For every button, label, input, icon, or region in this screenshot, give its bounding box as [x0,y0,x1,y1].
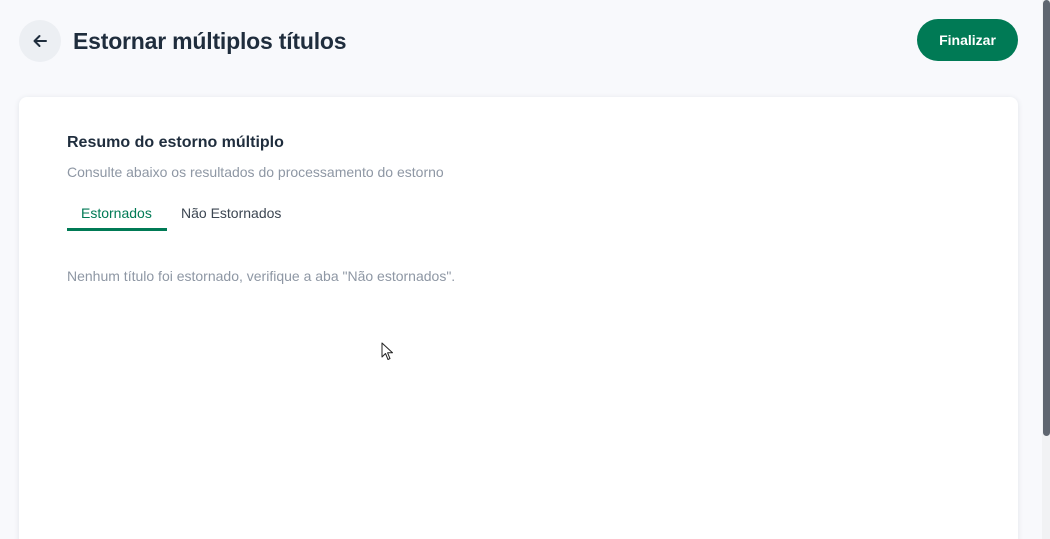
page-scrollbar[interactable] [1042,0,1050,539]
tab-estornados[interactable]: Estornados [67,197,167,231]
tab-nao-estornados[interactable]: Não Estornados [167,197,295,231]
page: Estornar múltiplos títulos Finalizar Res… [0,0,1050,539]
summary-title: Resumo do estorno múltiplo [67,134,284,151]
empty-state-message: Nenhum título foi estornado, verifique a… [67,268,456,284]
page-header: Estornar múltiplos títulos Finalizar [0,0,1042,80]
scrollbar-thumb[interactable] [1043,0,1050,436]
finalize-button[interactable]: Finalizar [917,19,1018,61]
result-tabs: Estornados Não Estornados [67,197,295,231]
back-button[interactable] [19,20,61,62]
page-title: Estornar múltiplos títulos [73,28,347,54]
summary-card: Resumo do estorno múltiplo Consulte abai… [19,97,1018,539]
arrow-left-icon [33,35,47,47]
mouse-cursor-icon [381,342,393,360]
summary-subtitle: Consulte abaixo os resultados do process… [67,164,444,180]
